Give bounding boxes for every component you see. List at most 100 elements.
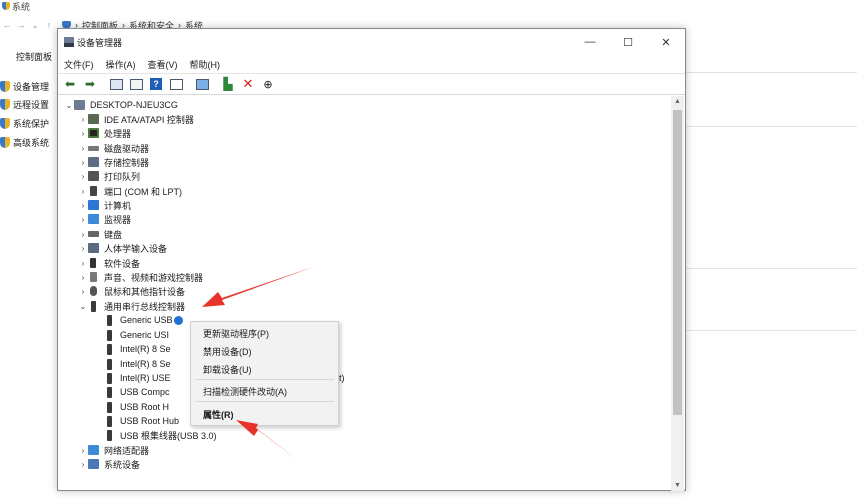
- left-nav-item-protection[interactable]: 系统保护: [0, 117, 49, 130]
- toolbar-separator: [188, 76, 190, 92]
- menu-bar: 文件(F) 操作(A) 查看(V) 帮助(H): [58, 55, 232, 73]
- processor-icon: [88, 128, 99, 138]
- usb-child-label: Intel(R) USE: [120, 373, 171, 383]
- menu-item-properties[interactable]: 属性(R): [203, 408, 234, 421]
- show-hide-console-tree-icon[interactable]: [108, 76, 124, 92]
- menu-help[interactable]: 帮助(H): [190, 58, 227, 71]
- monitor-icon[interactable]: [194, 76, 210, 92]
- back-arrow-icon[interactable]: ←: [0, 20, 14, 30]
- window-title-text: 设备管理器: [77, 37, 123, 48]
- chevron-right-icon[interactable]: ›: [78, 115, 88, 124]
- dropdown-icon[interactable]: ⌄: [28, 20, 42, 31]
- minimize-button[interactable]: —: [571, 29, 609, 55]
- menu-view[interactable]: 查看(V): [148, 58, 184, 71]
- chevron-right-icon[interactable]: ›: [78, 460, 88, 469]
- left-nav-item-remote[interactable]: 远程设置: [0, 98, 49, 111]
- tree-item-keyboard[interactable]: › 键盘: [78, 227, 122, 241]
- menu-item-scan-hardware[interactable]: 扫描检测硬件改动(A): [203, 385, 287, 398]
- vertical-scrollbar[interactable]: ▲ ▼: [671, 96, 684, 491]
- tree-item-label: 计算机: [104, 200, 132, 211]
- tree-item-label: 处理器: [104, 128, 132, 139]
- chevron-down-icon[interactable]: ⌄: [64, 101, 74, 110]
- left-nav-item-advanced[interactable]: 高级系统: [0, 136, 49, 149]
- menu-action[interactable]: 操作(A): [106, 58, 142, 71]
- scan-download-icon[interactable]: ⊕: [260, 76, 276, 92]
- usb-child-intel-2[interactable]: Intel(R) 8 Se: [104, 357, 171, 371]
- tree-item-label: 磁盘驱动器: [104, 143, 150, 154]
- monitor-icon: [88, 214, 99, 224]
- chevron-right-icon[interactable]: ›: [78, 273, 88, 282]
- chevron-right-icon[interactable]: ›: [78, 287, 88, 296]
- scroll-up-icon[interactable]: ▲: [671, 98, 684, 105]
- update-driver-icon[interactable]: ▙: [220, 76, 236, 92]
- menu-file[interactable]: 文件(F): [64, 58, 100, 71]
- properties-icon[interactable]: [128, 76, 144, 92]
- usb-child-generic-1[interactable]: Generic USB: [104, 313, 183, 327]
- toolbar: ⬅ ➡ ? ▙ ✕ ⊕: [58, 73, 685, 95]
- close-button[interactable]: ✕: [647, 29, 685, 55]
- context-menu: 更新驱动程序(P) 禁用设备(D) 卸载设备(U) 扫描检测硬件改动(A) 属性…: [190, 321, 339, 426]
- chevron-right-icon[interactable]: ›: [78, 144, 88, 153]
- chevron-right-icon[interactable]: ›: [78, 244, 88, 253]
- usb-child-intel-1[interactable]: Intel(R) 8 Se: [104, 342, 171, 356]
- chevron-right-icon[interactable]: ›: [78, 230, 88, 239]
- usb-child-root-hub-3[interactable]: USB 根集线器(USB 3.0): [104, 428, 217, 442]
- usb-child-generic-2[interactable]: Generic USI: [104, 328, 169, 342]
- view-icon[interactable]: [168, 76, 184, 92]
- menu-item-update-driver[interactable]: 更新驱动程序(P): [203, 327, 269, 340]
- chevron-right-icon[interactable]: ›: [78, 187, 88, 196]
- tree-item-storage[interactable]: › 存储控制器: [78, 155, 149, 169]
- forward-arrow-icon[interactable]: →: [14, 20, 28, 30]
- window-title: 设备管理器: [64, 36, 122, 49]
- control-panel-home-link[interactable]: 控制面板: [16, 50, 52, 63]
- help-icon[interactable]: ?: [148, 76, 164, 92]
- tree-item-system-devices[interactable]: › 系统设备: [78, 457, 140, 471]
- tree-item-usb-controllers[interactable]: ⌄ 通用串行总线控制器: [78, 299, 185, 313]
- up-arrow-icon[interactable]: ↑: [42, 20, 56, 30]
- usb-child-composite[interactable]: USB Compc: [104, 385, 170, 399]
- chevron-right-icon[interactable]: ›: [78, 129, 88, 138]
- scroll-down-icon[interactable]: ▼: [671, 482, 684, 489]
- tree-item-print-queue[interactable]: › 打印队列: [78, 169, 140, 183]
- usb-icon: [107, 343, 112, 355]
- tree-item-processor[interactable]: › 处理器: [78, 126, 131, 140]
- chevron-right-icon[interactable]: ›: [78, 158, 88, 167]
- tree-item-sound[interactable]: › 声音、视频和游戏控制器: [78, 270, 203, 284]
- chevron-right-icon[interactable]: ›: [78, 201, 88, 210]
- hid-icon: [88, 243, 99, 253]
- tree-item-monitors[interactable]: › 监视器: [78, 212, 131, 226]
- tree-item-network[interactable]: › 网络适配器: [78, 443, 149, 457]
- usb-child-root-hub-2[interactable]: USB Root Hub: [104, 414, 179, 428]
- tree-item-ports[interactable]: › 端口 (COM 和 LPT): [78, 184, 182, 198]
- chevron-right-icon[interactable]: ›: [78, 259, 88, 268]
- tree-item-mouse[interactable]: › 鼠标和其他指针设备: [78, 284, 185, 298]
- tree-item-label: 鼠标和其他指针设备: [104, 286, 186, 297]
- tree-item-label: 键盘: [104, 229, 123, 240]
- left-nav-item-device-manager[interactable]: 设备管理: [0, 80, 49, 93]
- back-icon[interactable]: ⬅: [62, 76, 78, 92]
- scrollbar-thumb[interactable]: [673, 110, 682, 415]
- chevron-right-icon[interactable]: ›: [78, 215, 88, 224]
- tree-item-computer[interactable]: › 计算机: [78, 198, 131, 212]
- forward-icon[interactable]: ➡: [82, 76, 98, 92]
- maximize-button[interactable]: ☐: [609, 29, 647, 55]
- chevron-right-icon[interactable]: ›: [78, 172, 88, 181]
- tree-item-label: 存储控制器: [104, 157, 150, 168]
- title-bar[interactable]: 设备管理器 — ☐ ✕: [58, 29, 685, 55]
- menu-item-disable-device[interactable]: 禁用设备(D): [203, 345, 252, 358]
- tree-item-ide[interactable]: › IDE ATA/ATAPI 控制器: [78, 112, 194, 126]
- menu-item-uninstall-device[interactable]: 卸载设备(U): [203, 363, 252, 376]
- uninstall-x-icon[interactable]: ✕: [240, 76, 256, 92]
- usb-child-label: USB Root Hub: [120, 416, 180, 426]
- tree-item-disk[interactable]: › 磁盘驱动器: [78, 141, 149, 155]
- usb-child-root-hub-1[interactable]: USB Root H: [104, 400, 169, 414]
- chevron-down-icon[interactable]: ⌄: [78, 302, 88, 311]
- usb-child-label: USB Compc: [120, 387, 170, 397]
- usb-child-intel-3[interactable]: Intel(R) USE: [104, 371, 171, 385]
- chevron-right-icon[interactable]: ›: [78, 446, 88, 455]
- tree-item-hid[interactable]: › 人体学输入设备: [78, 241, 167, 255]
- tree-item-software[interactable]: › 软件设备: [78, 256, 140, 270]
- tree-root[interactable]: ⌄ DESKTOP-NJEU3CG: [64, 98, 178, 112]
- menu-separator: [195, 401, 334, 402]
- network-adapter-icon: [88, 445, 99, 455]
